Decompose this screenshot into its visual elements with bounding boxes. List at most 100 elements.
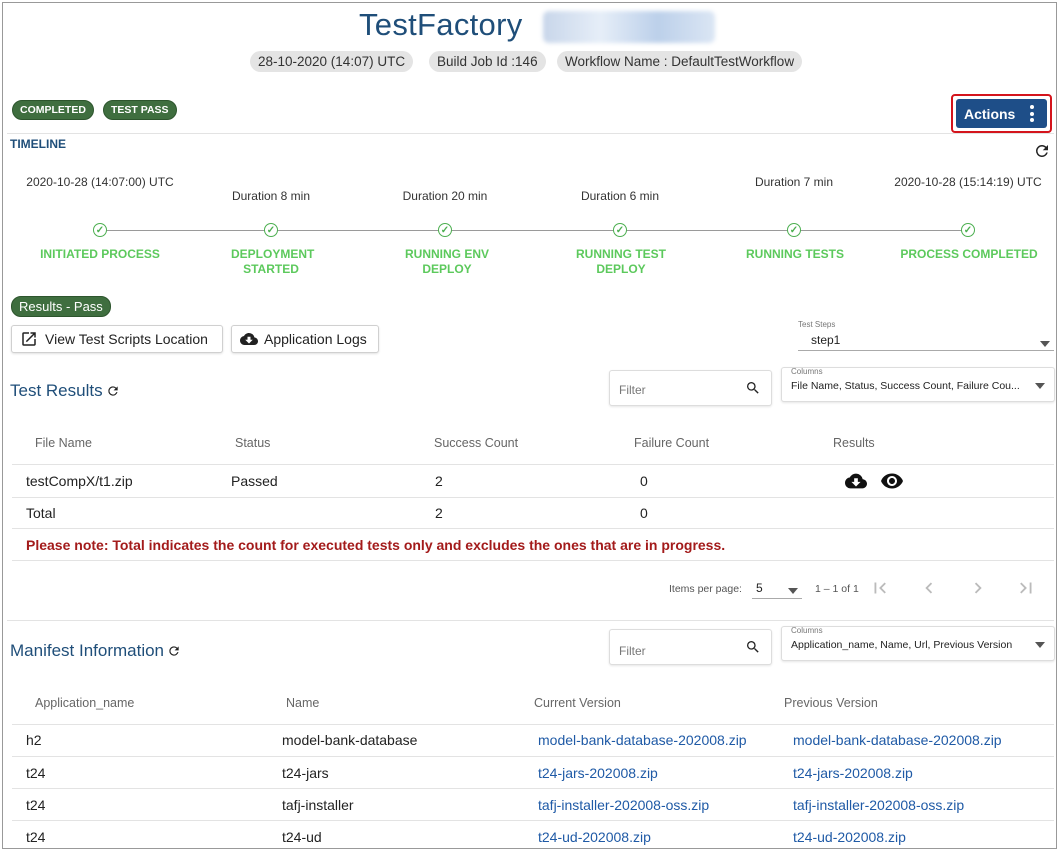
divider bbox=[7, 133, 1054, 134]
manifest-current-link[interactable]: t24-jars-202008.zip bbox=[538, 765, 658, 781]
col-previous-version[interactable]: Previous Version bbox=[784, 696, 878, 710]
col-status[interactable]: Status bbox=[235, 436, 270, 450]
divider bbox=[12, 788, 1054, 789]
manifest-columns-select[interactable]: Columns Application_name, Name, Url, Pre… bbox=[781, 626, 1055, 661]
manifest-app: t24 bbox=[26, 765, 46, 781]
timeline-heading: TIMELINE bbox=[10, 137, 66, 151]
timeline-refresh-icon[interactable] bbox=[1033, 142, 1051, 160]
timeline-duration-1: Duration 8 min bbox=[231, 189, 311, 203]
col-failure-count[interactable]: Failure Count bbox=[634, 436, 709, 450]
chevron-down-icon bbox=[788, 588, 798, 594]
test-steps-select[interactable]: step1 bbox=[798, 330, 1054, 351]
timeline-step-initiated: INITIATED PROCESS bbox=[40, 247, 160, 261]
first-page-icon[interactable] bbox=[869, 577, 891, 599]
manifest-app: t24 bbox=[26, 797, 46, 813]
manifest-title: Manifest Information bbox=[10, 641, 165, 660]
cell-failure-count: 0 bbox=[640, 473, 648, 489]
check-circle-icon: ✓ bbox=[787, 223, 801, 237]
manifest-name: model-bank-database bbox=[282, 732, 418, 748]
chevron-down-icon bbox=[1040, 341, 1050, 347]
manifest-current-link[interactable]: model-bank-database-202008.zip bbox=[538, 732, 747, 748]
columns-label: Columns bbox=[791, 626, 823, 635]
manifest-current-link[interactable]: t24-ud-202008.zip bbox=[538, 829, 651, 845]
manifest-previous-link[interactable]: t24-ud-202008.zip bbox=[793, 829, 906, 845]
test-steps-value: step1 bbox=[811, 333, 841, 347]
col-success-count[interactable]: Success Count bbox=[434, 436, 518, 450]
col-application-name[interactable]: Application_name bbox=[35, 696, 134, 710]
search-icon bbox=[747, 382, 759, 394]
timeline-start-time: 2020-10-28 (14:07:00) UTC bbox=[26, 175, 174, 189]
download-results-icon[interactable] bbox=[843, 470, 869, 492]
manifest-name: t24-jars bbox=[282, 765, 329, 781]
manifest-name: tafj-installer bbox=[282, 797, 354, 813]
test-results-refresh-icon[interactable] bbox=[106, 384, 120, 398]
app-title: TestFactory bbox=[359, 7, 523, 42]
timeline-end-time: 2020-10-28 (15:14:19) UTC bbox=[894, 175, 1042, 189]
actions-label: Actions bbox=[964, 105, 1016, 122]
filter-placeholder: Filter bbox=[619, 644, 646, 658]
cell-total-label: Total bbox=[26, 505, 56, 521]
timeline-step-env-deploy: RUNNING ENV DEPLOY bbox=[404, 247, 489, 276]
manifest-title-wrap: Manifest Information bbox=[10, 641, 181, 661]
col-file-name[interactable]: File Name bbox=[35, 436, 92, 450]
manifest-current-link[interactable]: tafj-installer-202008-oss.zip bbox=[538, 797, 709, 813]
cell-status: Passed bbox=[231, 473, 278, 489]
kebab-menu-icon bbox=[1030, 105, 1034, 122]
page-size-select[interactable]: 5 bbox=[752, 579, 802, 599]
completed-badge: COMPLETED bbox=[12, 100, 94, 120]
cell-file-name: testCompX/t1.zip bbox=[26, 473, 133, 489]
col-current-version[interactable]: Current Version bbox=[534, 696, 621, 710]
page-range: 1 – 1 of 1 bbox=[815, 583, 859, 595]
divider bbox=[12, 756, 1054, 757]
manifest-previous-link[interactable]: t24-jars-202008.zip bbox=[793, 765, 913, 781]
cloud-download-icon bbox=[240, 333, 258, 345]
col-results[interactable]: Results bbox=[833, 436, 875, 450]
timeline-track bbox=[100, 230, 970, 231]
divider bbox=[12, 497, 1054, 498]
divider bbox=[7, 620, 1054, 621]
test-results-filter-input[interactable]: Filter bbox=[609, 370, 772, 406]
cell-total-success: 2 bbox=[435, 505, 443, 521]
last-page-icon[interactable] bbox=[1015, 577, 1037, 599]
check-circle-icon: ✓ bbox=[438, 223, 452, 237]
filter-placeholder: Filter bbox=[619, 383, 646, 397]
chevron-down-icon bbox=[1035, 642, 1045, 648]
redacted-title-suffix bbox=[543, 11, 715, 43]
col-name[interactable]: Name bbox=[286, 696, 319, 710]
columns-label: Columns bbox=[791, 367, 823, 376]
application-logs-button[interactable]: Application Logs bbox=[231, 325, 379, 353]
view-results-eye-icon[interactable] bbox=[879, 469, 905, 493]
divider bbox=[12, 724, 1054, 725]
timeline-duration-4: Duration 7 min bbox=[754, 175, 834, 189]
app-frame: TestFactory 28-10-2020 (14:07) UTC Build… bbox=[2, 2, 1057, 849]
check-circle-icon: ✓ bbox=[961, 223, 975, 237]
test-results-columns-select[interactable]: Columns File Name, Status, Success Count… bbox=[781, 367, 1055, 402]
manifest-filter-input[interactable]: Filter bbox=[609, 629, 772, 665]
manifest-previous-link[interactable]: model-bank-database-202008.zip bbox=[793, 732, 1002, 748]
actions-button[interactable]: Actions bbox=[956, 99, 1047, 128]
timeline-duration-2: Duration 20 min bbox=[402, 189, 488, 203]
build-job-chip: Build Job Id :146 bbox=[429, 51, 546, 72]
columns-value: Application_name, Name, Url, Previous Ve… bbox=[791, 639, 1013, 651]
test-results-title: Test Results bbox=[10, 381, 103, 400]
divider bbox=[12, 820, 1054, 821]
manifest-name: t24-ud bbox=[282, 829, 322, 845]
cell-total-failure: 0 bbox=[640, 505, 648, 521]
view-test-scripts-button[interactable]: View Test Scripts Location bbox=[11, 325, 223, 353]
cell-success-count: 2 bbox=[435, 473, 443, 489]
application-logs-label: Application Logs bbox=[264, 331, 367, 347]
results-note: Please note: Total indicates the count f… bbox=[26, 537, 726, 553]
view-test-scripts-label: View Test Scripts Location bbox=[45, 331, 208, 347]
test-results-title-wrap: Test Results bbox=[10, 381, 120, 401]
manifest-refresh-icon[interactable] bbox=[167, 644, 181, 658]
timeline-step-completed: PROCESS COMPLETED bbox=[900, 247, 1038, 261]
date-chip: 28-10-2020 (14:07) UTC bbox=[250, 51, 414, 72]
timeline-step-test-deploy: RUNNING TEST DEPLOY bbox=[576, 247, 666, 276]
timeline-step-running-tests: RUNNING TESTS bbox=[745, 247, 844, 261]
manifest-previous-link[interactable]: tafj-installer-202008-oss.zip bbox=[793, 797, 964, 813]
check-circle-icon: ✓ bbox=[264, 223, 278, 237]
previous-page-icon[interactable] bbox=[918, 577, 940, 599]
columns-value: File Name, Status, Success Count, Failur… bbox=[791, 380, 1020, 392]
divider bbox=[12, 560, 1054, 561]
next-page-icon[interactable] bbox=[967, 577, 989, 599]
